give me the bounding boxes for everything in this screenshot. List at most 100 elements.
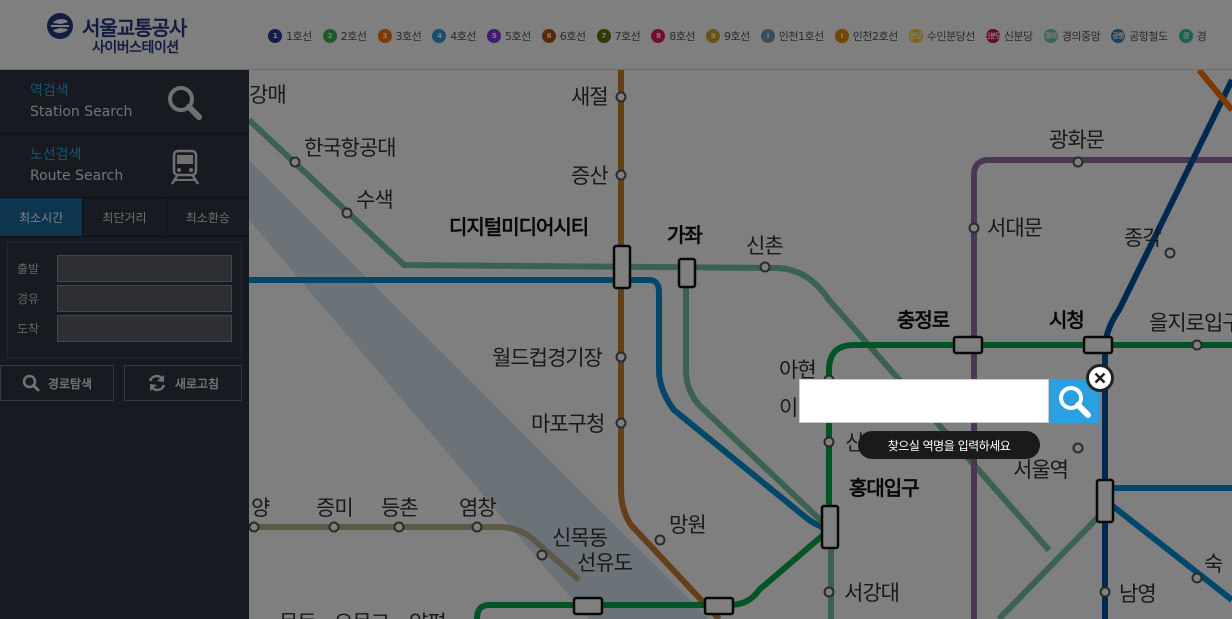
line-badge-icon: 9 (706, 29, 720, 43)
line-label: 7호선 (614, 30, 641, 43)
station-label: 신촌 (746, 234, 783, 258)
route-search-menu[interactable]: 노선검색 Route Search (0, 134, 249, 198)
line-filter-14[interactable]: 경의 경의중앙 (1043, 28, 1101, 44)
line-label: 6호선 (559, 30, 586, 43)
refresh-button[interactable]: 새로고침 (124, 365, 242, 401)
station-label: 월드컵경기장 (492, 346, 603, 370)
tab-shortest-distance[interactable]: 최단거리 (83, 198, 167, 236)
line-label: 공항철도 (1129, 30, 1168, 43)
station-label: 충정로 (897, 308, 950, 332)
station-search-label-en: Station Search (30, 104, 133, 120)
station-label: 숙 (1204, 552, 1223, 576)
line-label: 1호선 (286, 30, 312, 43)
route-search-label-ko: 노선검색 (30, 147, 82, 163)
departure-field[interactable] (57, 255, 232, 282)
line-badge-icon: 공항 (1111, 29, 1126, 43)
line-label: 8호선 (669, 30, 695, 43)
tab-min-transfer[interactable]: 최소환승 (167, 198, 249, 236)
line-filter-1[interactable]: 1 1호선 (268, 28, 312, 44)
line-filter-15[interactable]: 공항 공항철도 (1111, 28, 1168, 44)
station-label: 증미 (316, 496, 353, 520)
station-label: 광화문 (1049, 128, 1105, 152)
line-label: 수인분당선 (926, 30, 976, 43)
station-label: 시청 (1049, 308, 1084, 332)
line-badge-icon: 신분당 (984, 29, 1002, 43)
line-filter-5[interactable]: 5 5호선 (487, 28, 531, 44)
line-filter-3[interactable]: 3 3호선 (377, 28, 422, 44)
station-label: 양 (251, 496, 270, 520)
search-icon (1059, 386, 1091, 418)
station-search-input[interactable] (799, 379, 1049, 423)
station-label: 을지로입구 (1149, 311, 1232, 335)
train-icon (170, 149, 200, 185)
close-button[interactable] (1086, 364, 1114, 392)
via-row: 경유 (17, 285, 232, 312)
arrival-label: 도착 (17, 322, 40, 336)
route-search-button[interactable]: 경로탐색 (0, 365, 114, 401)
line-badge-icon: 1 (268, 29, 282, 43)
station-label: 선유도 (577, 551, 633, 575)
refresh-icon (148, 374, 166, 392)
route-search-label-en: Route Search (30, 168, 124, 184)
station-label: 이 (779, 396, 797, 420)
line-filter-10[interactable]: I 인천1호선 (760, 28, 824, 44)
line-filter-9[interactable]: 9 9호선 (706, 28, 750, 44)
route-option-tabs: 최소시간 최단거리 최소환승 (0, 198, 249, 237)
line-filter-8[interactable]: 8 8호선 (651, 28, 695, 44)
station-label: 한국항공대 (304, 136, 396, 160)
line-label: 3호선 (395, 30, 422, 43)
line-badge-icon: 7 (596, 29, 611, 43)
line-label: 9호선 (724, 30, 750, 43)
line-filter-2[interactable]: 2 2호선 (322, 28, 367, 44)
line-badge-icon: 8 (651, 29, 666, 43)
line-filter-7[interactable]: 7 7호선 (596, 28, 641, 44)
departure-row: 출발 (17, 255, 232, 282)
logo-mark-icon (47, 13, 73, 39)
station-label: 양평 (409, 611, 446, 619)
arrival-field[interactable] (57, 315, 232, 342)
station-label: 홍대입구 (849, 476, 919, 500)
station-search-label-ko: 역검색 (30, 83, 69, 99)
station-label: 등촌 (381, 496, 418, 520)
line-badge-icon: I (834, 29, 849, 43)
line-filter-12[interactable]: 분당 수인분당선 (908, 28, 976, 44)
subway-map[interactable]: 새절 증산 강매 한국항공대 수색 디지털미디어시티 가좌 신촌 광화문 서대문… (249, 70, 1232, 619)
line-label: 4호선 (450, 30, 476, 43)
line-badge-icon: 2 (322, 29, 337, 43)
station-label: 서강대 (844, 581, 899, 605)
subway-map-canvas: 새절 증산 강매 한국항공대 수색 디지털미디어시티 가좌 신촌 광화문 서대문… (249, 70, 1232, 619)
line-filter-13[interactable]: 신분당 신분당 (984, 28, 1033, 44)
close-icon (1094, 372, 1106, 384)
top-header: 서울교통공사 사이버스테이션 1 1호선 2 2호선 3 3호선 4 4호선 5 5호선 6 6호선 7… (0, 0, 1232, 70)
station-label: 서울역 (1013, 458, 1068, 482)
station-label: 디지털미디어시티 (449, 215, 588, 239)
departure-label: 출발 (17, 262, 40, 276)
line-label: 경 (1196, 30, 1207, 43)
line-filter-11[interactable]: I 인천2호선 (834, 28, 898, 44)
arrival-row: 도착 (17, 315, 232, 342)
station-label: 목동 (279, 611, 316, 619)
line-badge-icon: 분당 (908, 29, 923, 43)
line-label: 인천2호선 (852, 30, 898, 43)
line-label: 경의중앙 (1061, 30, 1101, 43)
line-badge-icon: 5 (487, 29, 501, 43)
logo[interactable]: 서울교통공사 사이버스테이션 (46, 12, 196, 58)
station-search-menu[interactable]: 역검색 Station Search (0, 70, 249, 134)
station-label: 가좌 (667, 223, 703, 247)
line-filter-6[interactable]: 6 6호선 (541, 28, 586, 44)
search-icon (168, 86, 202, 120)
search-hint-tooltip: 찾으실 역명을 입력하세요 (858, 431, 1040, 459)
via-field[interactable] (57, 285, 232, 312)
station-label: 강매 (249, 83, 286, 107)
line-label: 신분당 (1003, 30, 1033, 43)
station-label: 망원 (669, 513, 706, 537)
station-label: 염창 (459, 496, 496, 520)
line-label: 5호선 (505, 30, 531, 43)
line-filter-4[interactable]: 4 4호선 (432, 28, 476, 44)
line-label: 인천1호선 (778, 30, 824, 43)
line-filter-16[interactable]: 경경 (1178, 28, 1207, 44)
station-label: 증산 (571, 164, 608, 188)
station-label: 신목동 (552, 526, 608, 550)
station-label: 수색 (356, 188, 393, 212)
tab-min-time[interactable]: 최소시간 (0, 198, 84, 236)
